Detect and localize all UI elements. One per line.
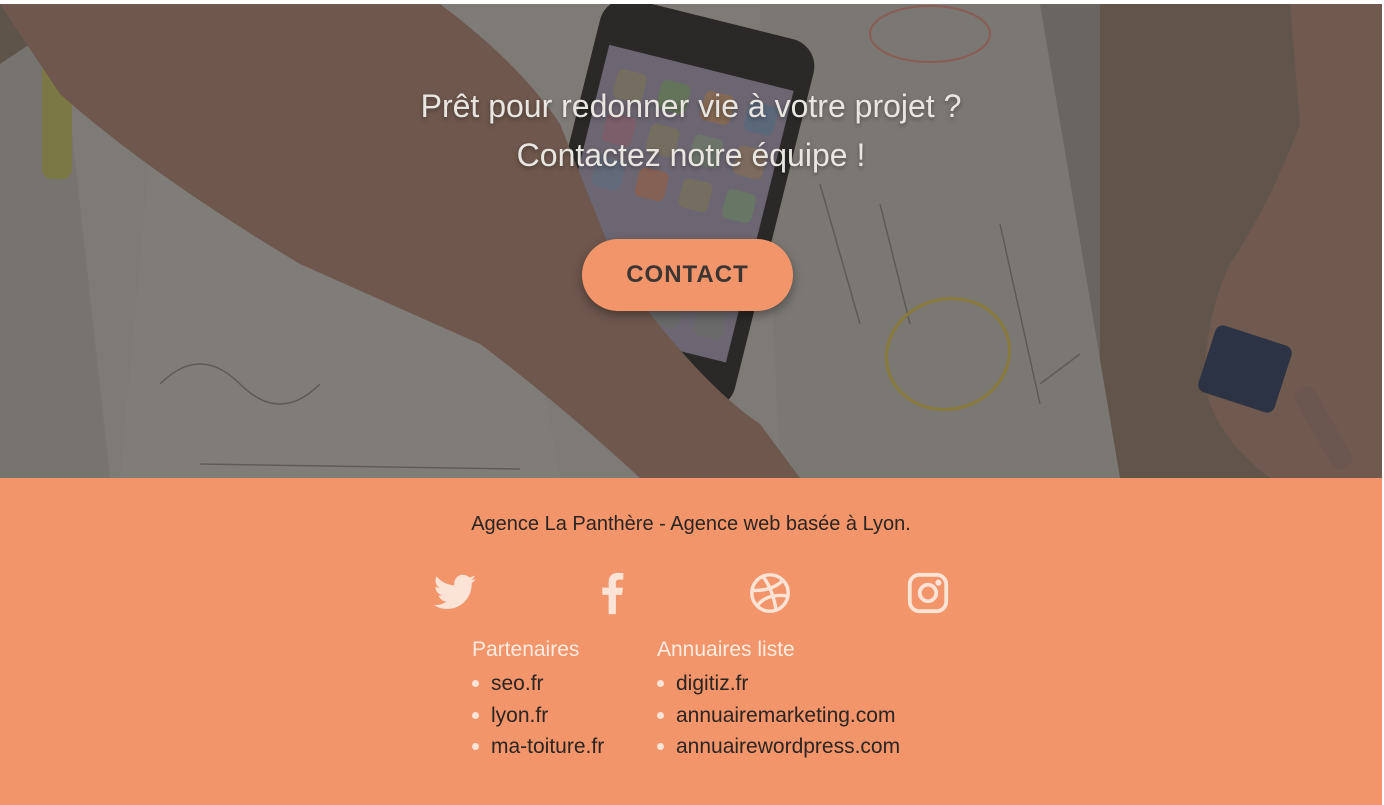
agency-tagline: Agence La Panthère - Agence web basée à …	[471, 513, 911, 535]
hero-headline-line-1: Prêt pour redonner vie à votre projet ?	[420, 88, 962, 124]
list-item: ma-toiture.fr	[472, 731, 604, 763]
directories-list: digitiz.fr annuairemarketing.com annuair…	[657, 668, 900, 763]
dribbble-icon[interactable]	[747, 570, 793, 616]
partner-link-ma-toiture[interactable]: ma-toiture.fr	[491, 735, 604, 758]
contact-hero: Prêt pour redonner vie à votre projet ? …	[0, 4, 1382, 478]
facebook-icon[interactable]	[590, 570, 636, 616]
list-item: seo.fr	[472, 668, 604, 700]
directory-link-digitiz[interactable]: digitiz.fr	[676, 672, 748, 695]
directories-column: Annuaires liste digitiz.fr annuairemarke…	[657, 638, 900, 763]
directories-title: Annuaires liste	[657, 638, 795, 661]
partner-link-lyon[interactable]: lyon.fr	[491, 704, 548, 727]
list-item: digitiz.fr	[657, 668, 900, 700]
hero-headline: Prêt pour redonner vie à votre projet ? …	[0, 82, 1382, 180]
page: Prêt pour redonner vie à votre projet ? …	[0, 0, 1384, 805]
contact-button[interactable]: CONTACT	[582, 239, 793, 311]
instagram-icon[interactable]	[905, 570, 951, 616]
list-item: annuairewordpress.com	[657, 731, 900, 763]
partners-list: seo.fr lyon.fr ma-toiture.fr	[472, 668, 604, 763]
directory-link-annuairewordpress[interactable]: annuairewordpress.com	[676, 735, 900, 758]
partners-title: Partenaires	[472, 638, 580, 661]
hero-headline-line-2: Contactez notre équipe !	[516, 137, 866, 173]
directory-link-annuairemarketing[interactable]: annuairemarketing.com	[676, 704, 895, 727]
twitter-icon[interactable]	[432, 570, 478, 616]
list-item: lyon.fr	[472, 700, 604, 732]
list-item: annuairemarketing.com	[657, 700, 900, 732]
partners-column: Partenaires seo.fr lyon.fr ma-toiture.fr	[472, 638, 604, 763]
partner-link-seo[interactable]: seo.fr	[491, 672, 544, 695]
footer: Agence La Panthère - Agence web basée à …	[0, 478, 1382, 805]
